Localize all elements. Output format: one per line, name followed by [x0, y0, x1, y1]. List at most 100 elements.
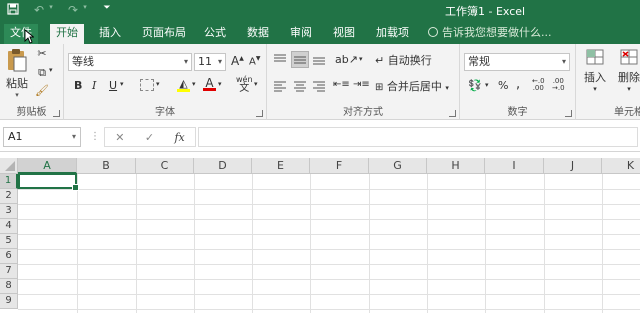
middle-align-icon[interactable]	[291, 51, 309, 68]
insert-function-icon[interactable]: fx	[174, 131, 184, 144]
bold-button[interactable]: B	[74, 79, 82, 92]
tab-data[interactable]: 数据	[241, 24, 275, 44]
column-header-a[interactable]: A	[18, 158, 77, 174]
font-size-select[interactable]: 11 ▾	[194, 53, 226, 71]
font-name-select[interactable]: 等线 ▾	[68, 53, 192, 71]
decrease-decimal-icon[interactable]: .00 →.0	[552, 78, 565, 92]
row-header-4[interactable]: 4	[0, 219, 18, 234]
column-header-k[interactable]: K	[602, 158, 640, 174]
percent-button[interactable]: %	[498, 79, 508, 92]
tab-view[interactable]: 视图	[327, 24, 361, 44]
column-header-c[interactable]: C	[136, 158, 194, 174]
orientation-dropdown-icon[interactable]: ▾	[359, 55, 363, 63]
select-all-corner[interactable]	[0, 158, 18, 174]
font-color-dropdown-icon[interactable]: ▾	[218, 80, 222, 88]
row-header-5[interactable]: 5	[0, 234, 18, 249]
increase-indent-icon[interactable]: ⇥≡	[353, 79, 370, 90]
column-header-b[interactable]: B	[77, 158, 136, 174]
undo-dropdown-icon[interactable]: ▾	[48, 3, 54, 18]
tab-page-layout[interactable]: 页面布局	[136, 24, 192, 44]
row-header-8[interactable]: 8	[0, 279, 18, 294]
paste-button[interactable]: 粘贴 ▾	[4, 48, 30, 99]
fill-color-button[interactable]: ◭	[177, 77, 190, 92]
insert-cells-button[interactable]: 插入 ▾	[584, 48, 606, 93]
row-header-1[interactable]: 1	[0, 174, 18, 189]
align-center-icon[interactable]	[293, 80, 307, 95]
font-color-button[interactable]: A	[203, 76, 216, 91]
clipboard-launcher-icon[interactable]	[53, 110, 60, 117]
column-header-g[interactable]: G	[369, 158, 427, 174]
enter-icon[interactable]: ✓	[145, 131, 154, 144]
increase-decimal-icon[interactable]: ←.0.00	[532, 78, 545, 92]
formula-input[interactable]	[198, 127, 638, 147]
copy-icon[interactable]: ⧉	[35, 66, 49, 80]
number-launcher-icon[interactable]	[565, 110, 572, 117]
phonetic-button[interactable]: wén 文	[236, 75, 253, 94]
delete-dropdown-icon[interactable]: ▾	[616, 85, 640, 93]
row-header-9[interactable]: 9	[0, 294, 18, 309]
row-header-6[interactable]: 6	[0, 249, 18, 264]
delete-cells-button[interactable]: 删除 ▾	[616, 48, 640, 93]
comma-button[interactable]: ,	[516, 77, 520, 92]
top-align-icon[interactable]	[273, 53, 287, 66]
merge-center-button[interactable]: ⊞ 合并后居中 ▾	[375, 78, 449, 94]
cancel-icon[interactable]: ✕	[115, 131, 124, 144]
gridline	[310, 174, 311, 313]
gridline	[18, 294, 640, 295]
wrap-text-button[interactable]: ↵ 自动换行	[375, 52, 432, 68]
grow-font-button[interactable]: A▲	[231, 54, 244, 68]
column-header-h[interactable]: H	[427, 158, 485, 174]
format-painter-icon[interactable]: 🖌	[35, 84, 49, 97]
customize-qat-icon[interactable]: ⏷	[100, 3, 114, 18]
save-icon[interactable]	[6, 3, 20, 18]
redo-icon[interactable]: ↷	[66, 3, 80, 18]
tab-insert[interactable]: 插入	[93, 24, 127, 44]
align-right-icon[interactable]	[312, 80, 326, 95]
alignment-launcher-icon[interactable]	[449, 110, 456, 117]
name-box[interactable]: A1 ▾	[3, 127, 81, 147]
font-launcher-icon[interactable]	[256, 110, 263, 117]
italic-button[interactable]: I	[92, 79, 96, 92]
column-header-d[interactable]: D	[194, 158, 252, 174]
redo-dropdown-icon[interactable]: ▾	[82, 3, 88, 18]
tab-formulas[interactable]: 公式	[198, 24, 232, 44]
underline-button[interactable]: U	[109, 79, 117, 92]
number-format-select[interactable]: 常规 ▾	[464, 53, 570, 71]
undo-icon[interactable]: ↶	[32, 3, 46, 18]
row-header-2[interactable]: 2	[0, 189, 18, 204]
borders-icon[interactable]	[140, 79, 154, 91]
chevron-down-icon: ▾	[183, 57, 188, 66]
cut-icon[interactable]: ✂	[35, 47, 49, 60]
tab-review[interactable]: 审阅	[284, 24, 318, 44]
phonetic-dropdown-icon[interactable]: ▾	[254, 80, 258, 88]
column-header-e[interactable]: E	[252, 158, 310, 174]
row-header-7[interactable]: 7	[0, 264, 18, 279]
formula-bar-splitter-icon[interactable]: ⋮	[90, 131, 100, 142]
underline-dropdown-icon[interactable]: ▾	[120, 80, 124, 88]
alignment-group: ab↗ ▾ ↵ 自动换行 ⇤≡ ⇥≡ ⊞ 合并后居中 ▾ 对齐方式	[267, 44, 460, 120]
fill-color-dropdown-icon[interactable]: ▾	[192, 80, 196, 88]
shrink-font-button[interactable]: A▼	[249, 55, 260, 67]
column-header-i[interactable]: I	[485, 158, 544, 174]
column-header-j[interactable]: J	[544, 158, 602, 174]
orientation-icon[interactable]: ab↗	[335, 53, 358, 66]
merge-dropdown-icon[interactable]: ▾	[445, 84, 449, 92]
accounting-format-icon[interactable]: 💱	[468, 79, 482, 92]
borders-dropdown-icon[interactable]: ▾	[156, 80, 160, 88]
tell-me-box[interactable]: 告诉我您想要做什么...	[428, 24, 552, 42]
copy-dropdown-icon[interactable]: ▾	[49, 66, 53, 74]
tab-add-ins[interactable]: 加载项	[370, 24, 415, 44]
decrease-indent-icon[interactable]: ⇤≡	[333, 79, 350, 90]
row-header-3[interactable]: 3	[0, 204, 18, 219]
align-left-icon[interactable]	[273, 80, 287, 95]
tab-home[interactable]: 开始	[50, 24, 84, 44]
accounting-dropdown-icon[interactable]: ▾	[485, 81, 489, 89]
insert-dropdown-icon[interactable]: ▾	[584, 85, 606, 93]
paste-dropdown-icon[interactable]: ▾	[4, 91, 30, 99]
insert-cells-label: 插入	[584, 71, 606, 84]
gridline	[18, 234, 640, 235]
column-header-f[interactable]: F	[310, 158, 369, 174]
active-cell-a1[interactable]	[18, 173, 79, 191]
bottom-align-icon[interactable]	[312, 53, 326, 66]
gridline	[18, 204, 640, 205]
